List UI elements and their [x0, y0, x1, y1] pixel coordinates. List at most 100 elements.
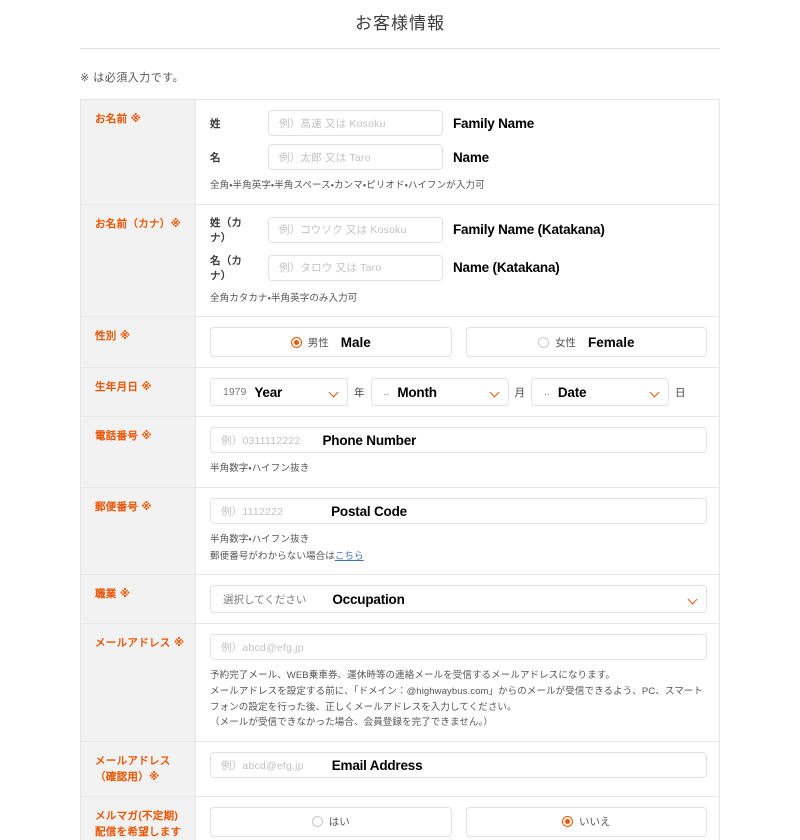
birth-year-value: 1979 — [223, 386, 247, 399]
postal-annotation: Postal Code — [331, 503, 407, 519]
birth-year-unit: 年 — [354, 386, 365, 399]
family-name-kana-sub-label: 姓（カナ） — [210, 216, 243, 244]
form-row-name: お名前 ※ 姓 例）高速 又は Kosoku Family Name 名 例）太… — [81, 100, 719, 205]
birth-year-select[interactable]: 1979 Year — [210, 378, 348, 407]
form-row-gender: 性別 ※ 男性 Male 女性 Female — [81, 317, 719, 369]
row-label-email-confirm: メールアドレス （確認用）※ — [81, 742, 196, 796]
email-line: 例）abcd@efg.jp — [210, 634, 707, 661]
mailmagazine-no-label: いいえ — [579, 816, 611, 829]
given-name-kana-annotation: Name (Katakana) — [453, 260, 560, 276]
postal-help-line1: 半角数字・ハイフン抜き — [210, 534, 310, 546]
row-label-postal: 郵便番号 ※ — [81, 488, 196, 575]
row-body-name: 姓 例）高速 又は Kosoku Family Name 名 例）太郎 又は T… — [196, 100, 719, 204]
page-title: お客様情報 — [355, 14, 445, 33]
name-help-text: 全角・半角英字・半角スペース・カンマ・ピリオド・ハイフンが入力可 — [210, 180, 485, 191]
row-label-gender: 性別 ※ — [81, 317, 196, 368]
birth-date-annotation: Date — [557, 384, 587, 400]
row-label-mailmagazine-line2: 配信を希望します — [95, 825, 182, 838]
given-name-input[interactable]: 例）太郎 又は Taro — [268, 144, 443, 170]
family-name-line: 姓 例）高速 又は Kosoku Family Name — [210, 110, 707, 136]
email-confirm-line: 例）abcd@efg.jp Email Address — [210, 752, 707, 779]
given-name-kana-input[interactable]: 例）タロウ 又は Taro — [268, 254, 443, 281]
postal-placeholder: 例）1112222 — [221, 505, 284, 518]
row-label-email-confirm-line2: （確認用）※ — [95, 771, 160, 784]
occupation-select[interactable]: 選択してください Occupation — [210, 585, 707, 614]
email-confirm-placeholder: 例）abcd@efg.jp — [221, 759, 304, 772]
radio-icon-male[interactable] — [290, 336, 302, 348]
birth-month-select[interactable]: .. Month — [370, 378, 509, 407]
form-row-phone: 電話番号 ※ 例）0311112222 Phone Number 半角数字・ハイ… — [81, 417, 719, 489]
radio-icon-yes[interactable] — [311, 816, 323, 828]
phone-line: 例）0311112222 Phone Number — [210, 427, 707, 454]
mailmagazine-yes-label: はい — [328, 816, 350, 829]
row-label-name: お名前 ※ — [81, 100, 196, 204]
family-name-kana-input[interactable]: 例）コウソク 又は Kosoku — [268, 216, 443, 243]
given-name-sub-label: 名 — [210, 151, 221, 164]
postal-code-input[interactable]: 例）1112222 Postal Code — [210, 498, 707, 525]
row-label-email: メールアドレス ※ — [81, 624, 196, 742]
phone-help-text: 半角数字・ハイフン抜き — [210, 463, 310, 475]
required-fields-note: ※ は必須入力です。 — [80, 72, 185, 84]
customer-info-page: お客様情報 ※ は必須入力です。 お名前 ※ 姓 例）高速 又は Kosoku … — [0, 0, 800, 840]
gender-female-annotation: Female — [587, 334, 635, 350]
family-name-sub-label: 姓 — [210, 117, 221, 130]
title-divider — [80, 48, 720, 49]
birthday-selects: 1979 Year 年 .. Month 月 .. Date 日 — [210, 378, 707, 407]
name-kana-help-text: 全角カタカナ・半角英字のみ入力可 — [210, 292, 358, 304]
row-label-name-kana: お名前（カナ）※ — [81, 204, 196, 317]
mailmagazine-option-yes[interactable]: はい — [210, 806, 452, 837]
postal-help-line2: 郵便番号がわからない場合はこちら — [210, 549, 707, 565]
chevron-down-icon[interactable] — [689, 595, 698, 604]
form-row-birthday: 生年月日 ※ 1979 Year 年 .. Month 月 .. Date 日 — [81, 368, 719, 418]
row-body-birthday: 1979 Year 年 .. Month 月 .. Date 日 — [196, 368, 719, 416]
birth-year-annotation: Year — [254, 384, 283, 400]
row-body-mailmagazine: はい いいえ Do you want to receive e-mail mag… — [196, 797, 719, 840]
row-label-mailmagazine: メルマガ(不定期) 配信を希望します か？ — [81, 796, 196, 840]
form-row-postal: 郵便番号 ※ 例）1112222 Postal Code 半角数字・ハイフン抜き… — [81, 488, 719, 576]
chevron-down-icon[interactable] — [651, 388, 660, 397]
chevron-down-icon[interactable] — [330, 388, 339, 397]
email-help-line2: メールアドレスを設定する前に、「ドメイン：@highwaybus.com」からの… — [210, 686, 703, 713]
row-body-phone: 例）0311112222 Phone Number 半角数字・ハイフン抜き — [196, 417, 719, 487]
gender-option-female[interactable]: 女性 Female — [465, 327, 707, 358]
postal-lookup-link[interactable]: こちら — [335, 551, 364, 562]
row-body-email-confirm: 例）abcd@efg.jp Email Address — [196, 742, 719, 796]
customer-info-form: お名前 ※ 姓 例）高速 又は Kosoku Family Name 名 例）太… — [80, 99, 720, 840]
form-row-mailmagazine: メルマガ(不定期) 配信を希望します か？ はい いいえ Do you want… — [81, 796, 719, 840]
birth-month-value: .. — [383, 386, 390, 399]
given-name-kana-sub-label: 名（カナ） — [210, 254, 243, 282]
email-input[interactable]: 例）abcd@efg.jp — [210, 634, 707, 661]
form-row-email: メールアドレス ※ 例）abcd@efg.jp 予約完了メール、WEB乗車券、運… — [81, 624, 719, 743]
gender-female-label: 女性 — [554, 336, 576, 349]
postal-help-prefix: 郵便番号がわからない場合は — [210, 550, 335, 562]
given-name-line: 名 例）太郎 又は Taro Name — [210, 144, 707, 170]
row-label-email-confirm-line1: メールアドレス — [95, 755, 171, 768]
phone-placeholder: 例）0311112222 — [221, 434, 301, 447]
family-name-input[interactable]: 例）高速 又は Kosoku — [268, 110, 443, 136]
family-name-kana-line: 姓（カナ） 例）コウソク 又は Kosoku Family Name (Kata… — [210, 215, 707, 245]
birth-month-annotation: Month — [397, 384, 437, 400]
mailmagazine-option-no[interactable]: いいえ — [465, 806, 707, 837]
gender-option-male[interactable]: 男性 Male — [210, 327, 452, 358]
phone-input[interactable]: 例）0311112222 Phone Number — [210, 427, 707, 454]
row-body-gender: 男性 Male 女性 Female — [196, 317, 719, 367]
radio-icon-no[interactable] — [562, 816, 573, 828]
radio-icon-female[interactable] — [537, 336, 549, 348]
occupation-annotation: Occupation — [332, 591, 405, 607]
postal-line: 例）1112222 Postal Code — [210, 498, 707, 525]
row-body-name-kana: 姓（カナ） 例）コウソク 又は Kosoku Family Name (Kata… — [196, 205, 719, 317]
phone-annotation: Phone Number — [322, 432, 417, 448]
mailmagazine-radio-group: はい いいえ — [210, 806, 707, 837]
email-confirm-annotation: Email Address — [331, 757, 423, 773]
email-help-line1: 予約完了メール、WEB乗車券、運休時等の連絡メールを受信するメールアドレスになり… — [210, 670, 615, 682]
birth-date-value: .. — [544, 386, 550, 399]
birth-month-unit: 月 — [514, 386, 526, 399]
given-name-kana-line: 名（カナ） 例）タロウ 又は Taro Name (Katakana) — [210, 253, 707, 283]
gender-male-annotation: Male — [340, 334, 371, 350]
email-confirm-input[interactable]: 例）abcd@efg.jp Email Address — [210, 752, 707, 779]
chevron-down-icon[interactable] — [491, 388, 500, 397]
form-row-email-confirm: メールアドレス （確認用）※ 例）abcd@efg.jp Email Addre… — [81, 742, 719, 797]
row-label-phone: 電話番号 ※ — [81, 417, 196, 488]
row-body-email: 例）abcd@efg.jp 予約完了メール、WEB乗車券、運休時等の連絡メールを… — [196, 624, 719, 741]
birth-date-select[interactable]: .. Date — [531, 378, 669, 407]
